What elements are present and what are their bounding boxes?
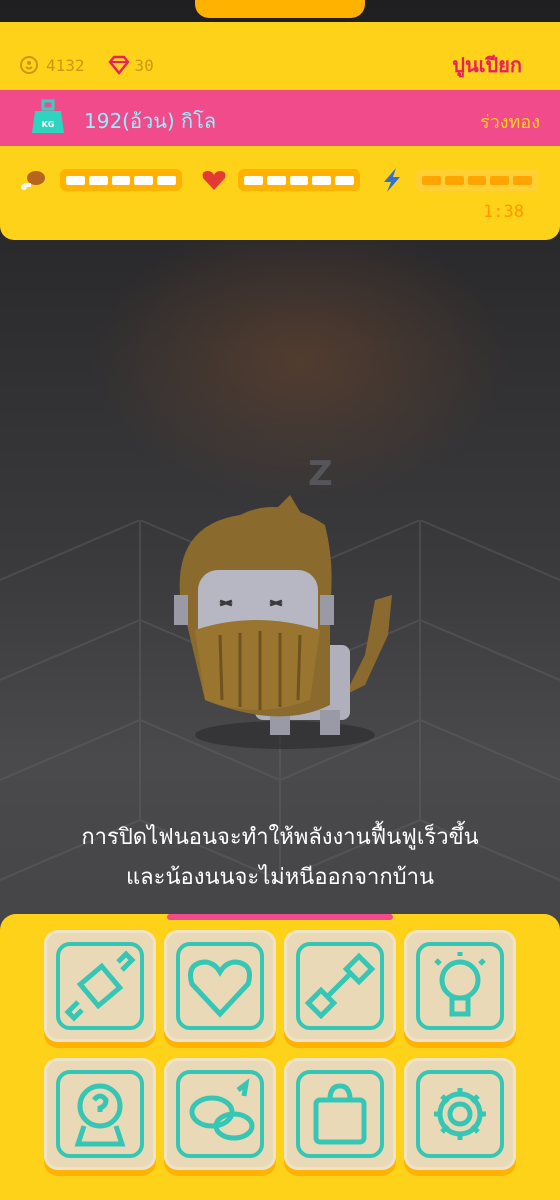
energy-timer: 1:38	[483, 202, 524, 222]
meat-icon	[20, 166, 48, 194]
sleep-message-line2: และน้องนนจะไม่หนีออกจากบ้าน	[125, 865, 435, 890]
exercise-button[interactable]	[284, 930, 396, 1042]
svg-text:KG: KG	[42, 120, 55, 129]
action-panel	[0, 914, 560, 1200]
light-button[interactable]	[404, 930, 516, 1042]
lightning-icon	[378, 166, 406, 194]
action-grid	[44, 930, 520, 1192]
shopping-bag-icon	[296, 1070, 384, 1158]
panel-indicator	[167, 914, 393, 920]
pets-button[interactable]	[164, 1058, 276, 1170]
kg-weight-icon: KG	[32, 99, 64, 133]
health-bar	[238, 169, 360, 191]
sleep-message: การปิดไฟนอนจะทำให้พลังงานฟื้นฟูเร็วขึ้น …	[0, 818, 560, 898]
dumbbell-icon	[296, 942, 384, 1030]
gear-icon	[416, 1070, 504, 1158]
help-button[interactable]	[44, 1058, 156, 1170]
needs-bars	[20, 164, 540, 194]
lightbulb-icon	[416, 942, 504, 1030]
weight-band: KG 192(อ้วน) กิโล ร่วงทอง	[0, 90, 560, 146]
currency-row: 4132 30 ปูนเปียก	[18, 50, 542, 80]
sleeping-pet[interactable]: Z	[160, 455, 410, 755]
settings-button[interactable]	[404, 1058, 516, 1170]
coin-count: 4132	[46, 55, 85, 75]
energy-bar	[416, 169, 538, 191]
status-panel: 4132 30 ปูนเปียก KG 192(อ้วน) กิโล ร่วงท…	[0, 22, 560, 240]
weight-status: ร่วงทอง	[479, 112, 540, 133]
sleep-message-line1: การปิดไฟนอนจะทำให้พลังงานฟื้นฟูเร็วขึ้น	[81, 825, 479, 850]
heart-icon	[200, 166, 228, 194]
top-tab[interactable]	[195, 0, 365, 18]
weight-label: 192(อ้วน) กิโล	[84, 109, 217, 133]
sleep-z-icon: Z	[308, 455, 333, 494]
pet-name[interactable]: ปูนเปียก	[452, 49, 522, 81]
gem-count: 30	[134, 55, 154, 75]
pets-icon	[176, 1070, 264, 1158]
shop-button[interactable]	[284, 1058, 396, 1170]
heart-icon	[176, 942, 264, 1030]
gem-icon	[107, 54, 130, 76]
candy-icon	[56, 942, 144, 1030]
question-bag-icon	[56, 1070, 144, 1158]
feed-button[interactable]	[44, 930, 156, 1042]
coin-icon	[18, 54, 40, 76]
love-button[interactable]	[164, 930, 276, 1042]
food-bar	[60, 169, 182, 191]
